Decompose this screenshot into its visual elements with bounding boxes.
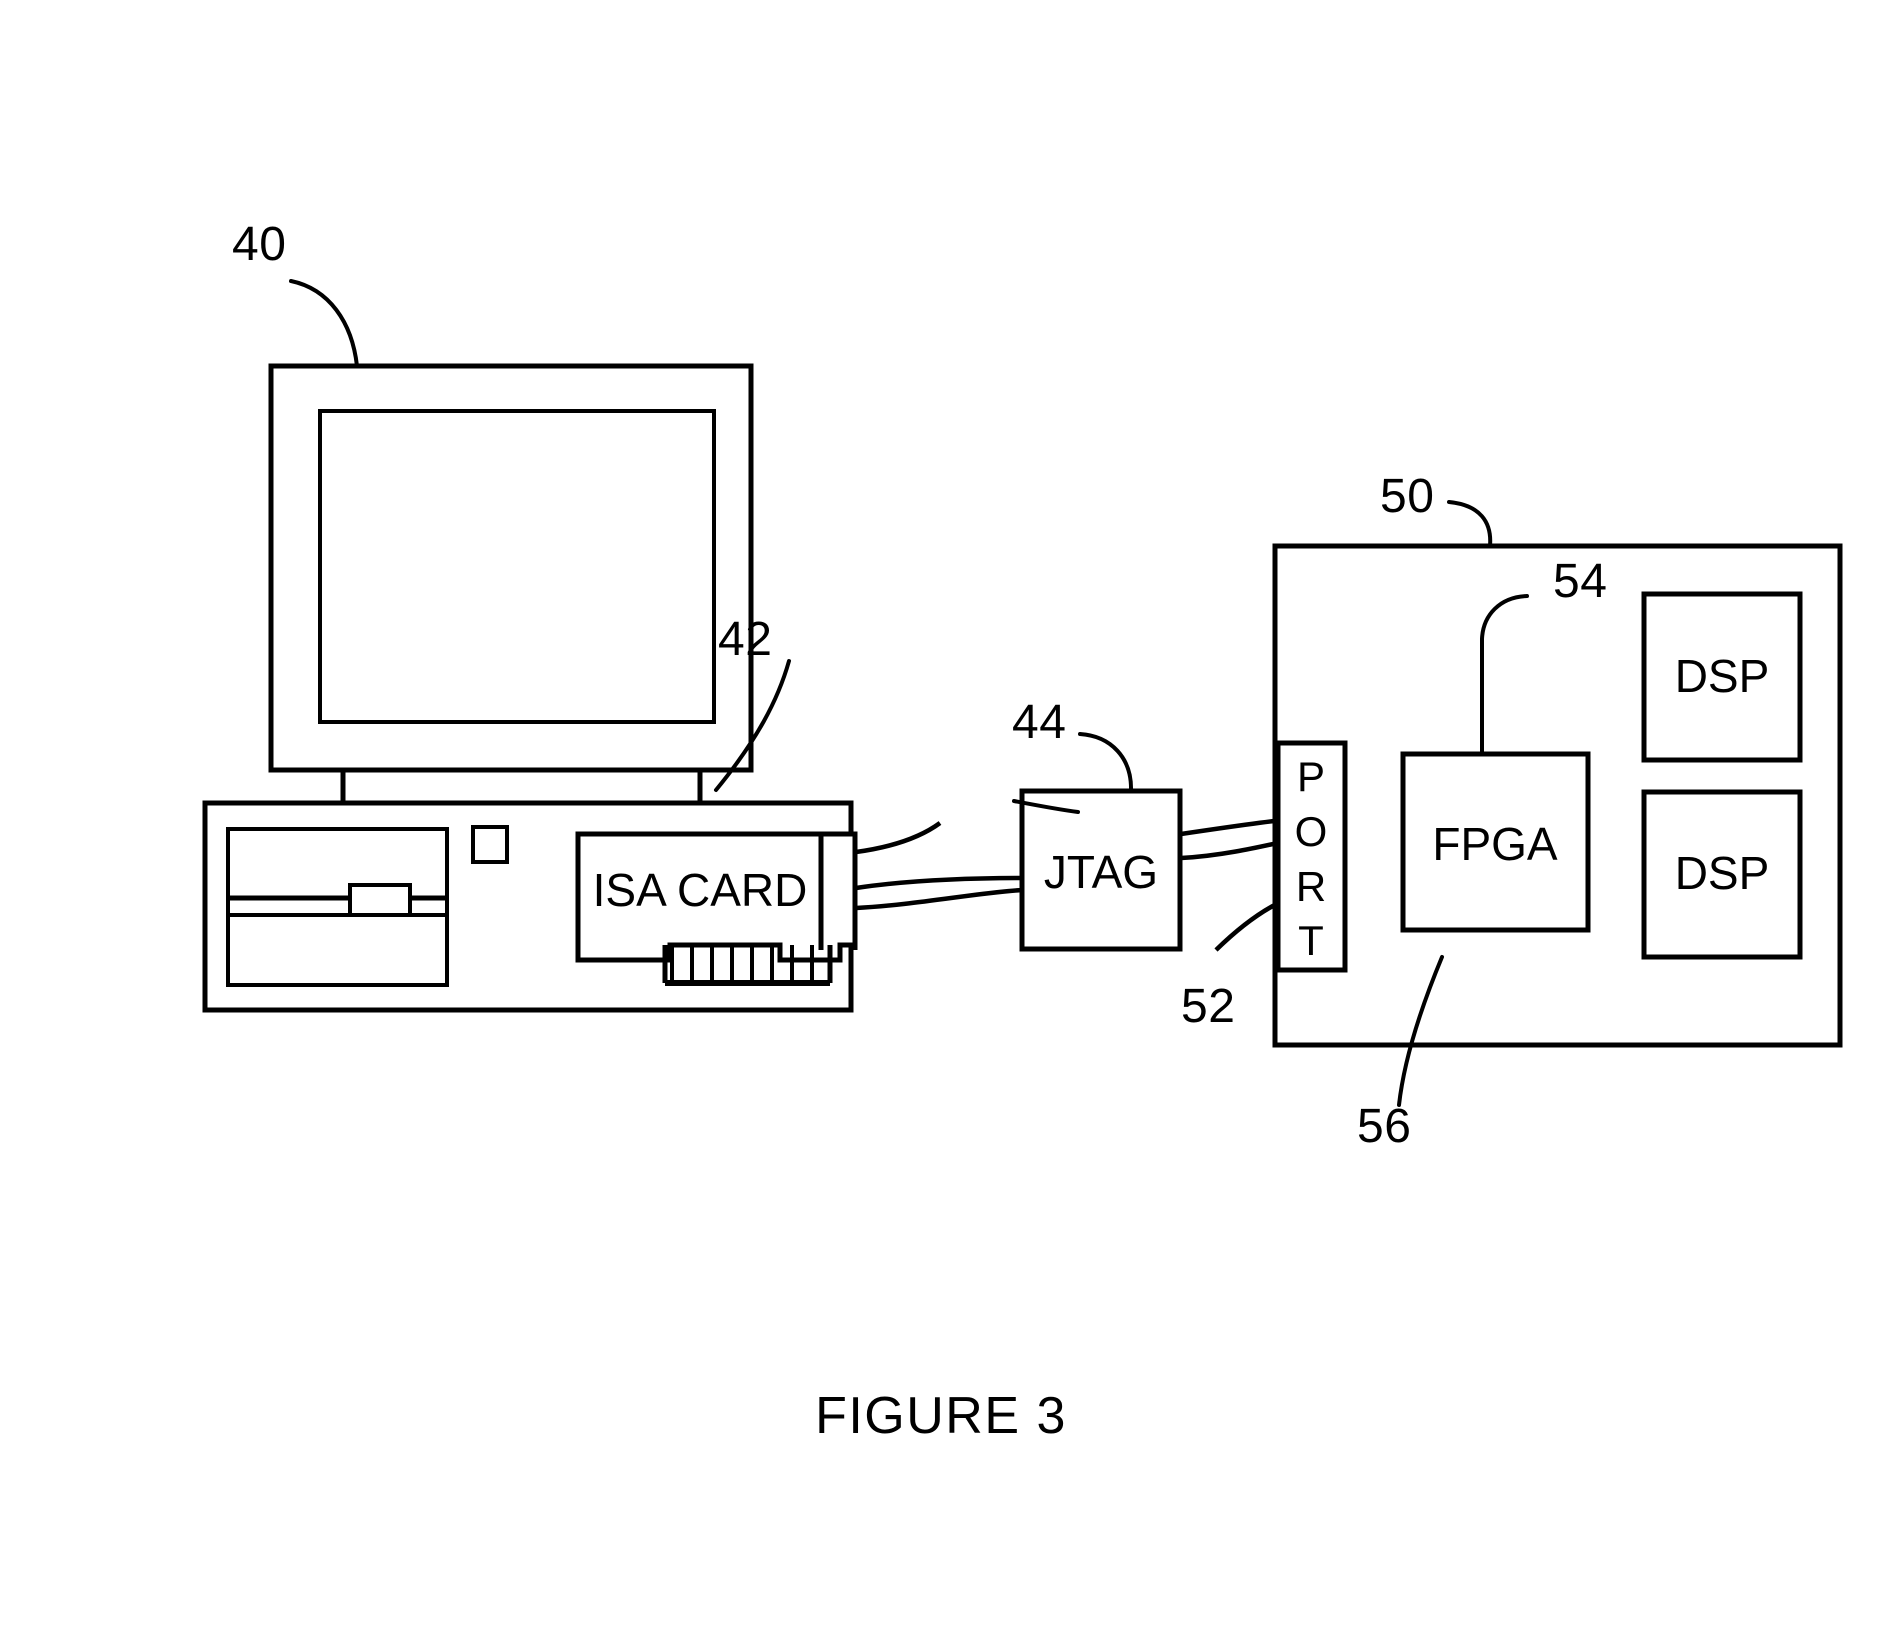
ref-numeral-54: 54 — [1553, 555, 1607, 608]
figure-drawing-canvas: 40 42 44 50 52 54 56 ISA CARD JTAG P O R… — [202, 218, 1843, 1445]
leader-40 — [289, 279, 359, 368]
fpga-label: FPGA — [1432, 818, 1558, 870]
ref-numeral-40: 40 — [232, 218, 286, 271]
figure-caption: FIGURE 3 — [815, 1387, 1067, 1445]
port-letter-r: R — [1296, 863, 1326, 910]
isa-card-label: ISA CARD — [593, 864, 808, 916]
ref-numeral-50: 50 — [1380, 470, 1434, 523]
ref-numeral-44: 44 — [1012, 696, 1066, 749]
ref-numeral-42: 42 — [718, 613, 772, 666]
dsp-lower-label: DSP — [1675, 847, 1770, 899]
isa-to-jtag-cable — [855, 821, 1023, 911]
leader-44 — [1078, 732, 1134, 793]
dsp-upper-label: DSP — [1675, 650, 1770, 702]
leader-50 — [1447, 500, 1493, 548]
port-letter-t: T — [1298, 917, 1324, 964]
ref-numeral-56: 56 — [1357, 1100, 1411, 1153]
port-letter-o: O — [1295, 808, 1328, 855]
jtag-label: JTAG — [1044, 846, 1158, 898]
ref-numeral-52: 52 — [1181, 980, 1235, 1033]
computer-monitor — [268, 363, 754, 803]
port-letter-p: P — [1297, 753, 1325, 800]
patent-figure-3: 40 42 44 50 52 54 56 ISA CARD JTAG P O R… — [0, 0, 1888, 1652]
